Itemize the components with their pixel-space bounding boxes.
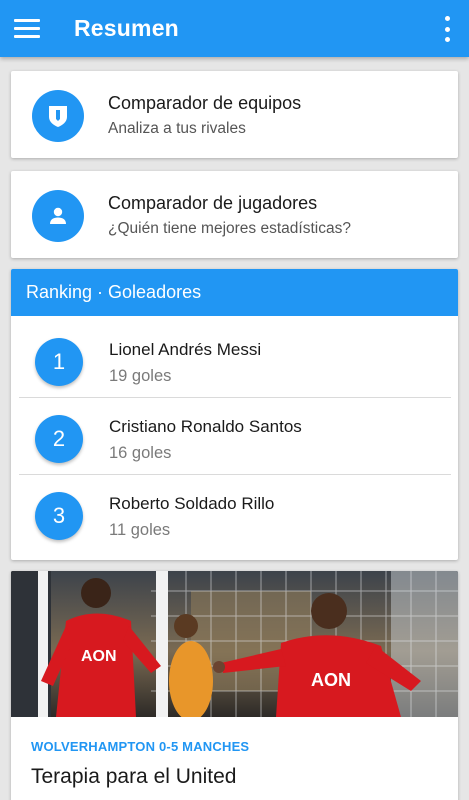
more-vertical-icon[interactable] [443, 16, 451, 42]
team-comparator-card[interactable]: Comparador de equipos Analiza a tus riva… [11, 71, 458, 158]
rank-badge: 3 [35, 492, 83, 540]
team-comparator-subtitle: Analiza a tus rivales [108, 120, 246, 137]
player-name: Roberto Soldado Rillo [109, 494, 275, 513]
player-comparator-card[interactable]: Comparador de jugadores ¿Quién tiene mej… [11, 171, 458, 258]
player-name: Lionel Andrés Messi [109, 340, 262, 359]
rank-badge: 1 [35, 338, 83, 386]
football-players-celebrating-photo: AON AON [11, 571, 458, 717]
player-goals: 19 goles [109, 367, 172, 385]
svg-text:AON: AON [311, 670, 351, 690]
hamburger-menu-icon[interactable] [0, 0, 54, 57]
player-goals: 16 goles [109, 444, 172, 462]
ranking-row[interactable]: 1 Lionel Andrés Messi 19 goles [19, 322, 451, 398]
news-kicker: WOLVERHAMPTON 0-5 MANCHES [31, 739, 250, 754]
player-goals: 11 goles [109, 521, 171, 539]
ranking-card: Ranking · Goleadores 1 Lionel Andrés Mes… [11, 269, 458, 560]
team-comparator-title: Comparador de equipos [108, 93, 302, 113]
ranking-row[interactable]: 2 Cristiano Ronaldo Santos 16 goles [19, 399, 451, 475]
news-title: Terapia para el United [31, 765, 237, 788]
app-bar: Resumen [0, 0, 469, 57]
news-card[interactable]: AON AON WOLVERHAMPTON 0-5 MANCHES Terapi… [11, 571, 458, 800]
player-name: Cristiano Ronaldo Santos [109, 417, 302, 436]
person-icon [32, 190, 84, 242]
rank-badge: 2 [35, 415, 83, 463]
player-comparator-title: Comparador de jugadores [108, 193, 318, 213]
ranking-header[interactable]: Ranking · Goleadores [11, 269, 458, 316]
ranking-row[interactable]: 3 Roberto Soldado Rillo 11 goles [19, 476, 451, 552]
shield-icon [32, 90, 84, 142]
news-image: AON AON [11, 571, 458, 717]
svg-text:AON: AON [81, 648, 117, 665]
player-comparator-subtitle: ¿Quién tiene mejores estadísticas? [108, 220, 351, 237]
page-title: Resumen [74, 15, 179, 41]
